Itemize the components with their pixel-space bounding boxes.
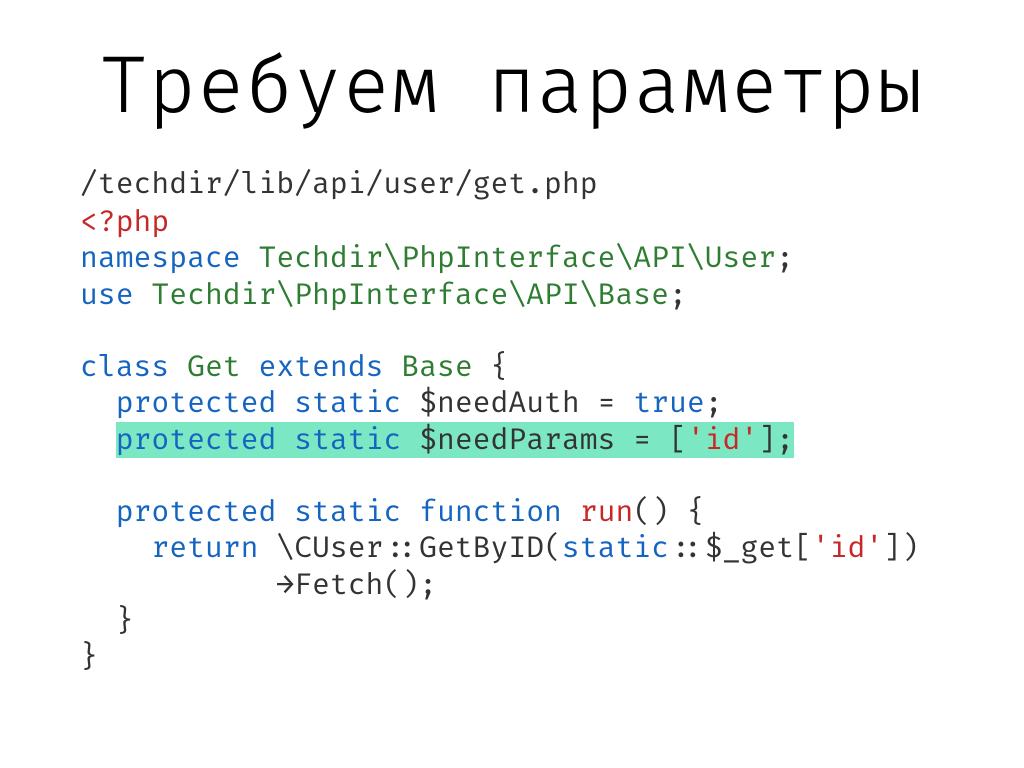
use-name: Techdir\PhpInterface\API\Base: [151, 277, 669, 313]
kw-use: use: [80, 277, 134, 313]
slide-title: Требуем параметры: [80, 40, 944, 136]
kw-true: true: [633, 385, 704, 421]
var-needparams: $needParams: [419, 422, 615, 458]
fetch-call: Fetch: [294, 567, 383, 603]
fn-run: run: [580, 494, 634, 530]
code-block: <?php namespace Techdir\PhpInterface\API…: [80, 204, 944, 675]
kw-static-ref: static: [562, 530, 669, 566]
kw-protected-3: protected: [116, 494, 277, 530]
var-get: $_get: [705, 530, 794, 566]
kw-return: return: [151, 530, 258, 566]
cuser-ref: \CUser: [276, 530, 383, 566]
kw-namespace: namespace: [80, 240, 241, 276]
str-id-2: 'id': [812, 530, 883, 566]
base-class: Base: [401, 349, 472, 385]
slide: Требуем параметры /techdir/lib/api/user/…: [0, 0, 1024, 675]
var-needauth: $needAuth: [419, 385, 580, 421]
kw-static-1: static: [294, 385, 401, 421]
namespace-name: Techdir\PhpInterface\API\User: [258, 240, 776, 276]
kw-extends: extends: [259, 349, 384, 385]
highlighted-line: protected static $needParams = ['id'];: [116, 422, 794, 458]
file-path: /techdir/lib/api/user/get.php: [80, 166, 944, 202]
getbyid-call: GetByID: [419, 530, 544, 566]
php-open-tag: <?php: [80, 204, 169, 240]
kw-protected-1: protected: [116, 385, 277, 421]
kw-static-3: static: [294, 494, 401, 530]
str-id-1: 'id': [687, 422, 758, 458]
kw-class: class: [80, 349, 169, 385]
kw-function: function: [419, 494, 562, 530]
kw-static-2: static: [294, 422, 401, 458]
class-name: Get: [187, 349, 241, 385]
kw-protected-2: protected: [116, 422, 277, 458]
